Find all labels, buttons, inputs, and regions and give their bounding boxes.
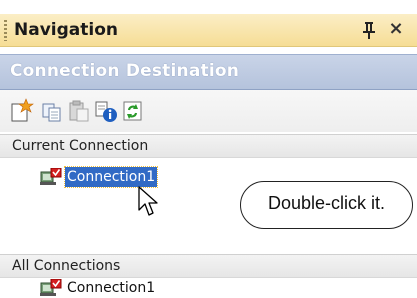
paste-icon bbox=[69, 100, 89, 122]
connection-destination-title: Connection Destination bbox=[10, 61, 240, 81]
instruction-callout: Double-click it. bbox=[240, 181, 413, 229]
refresh-icon bbox=[123, 101, 142, 121]
info-icon bbox=[95, 101, 117, 122]
properties-button[interactable] bbox=[94, 98, 118, 124]
pin-icon[interactable] bbox=[360, 20, 378, 40]
refresh-button[interactable] bbox=[121, 98, 145, 124]
copy-button[interactable] bbox=[40, 98, 64, 124]
paste-button[interactable] bbox=[67, 98, 91, 124]
all-connections-label: All Connections bbox=[12, 258, 121, 274]
all-connections-name[interactable]: Connection1 bbox=[65, 278, 157, 298]
connection-icon bbox=[40, 279, 62, 296]
panel-title-bar[interactable]: Navigation × bbox=[0, 14, 417, 47]
current-connection-label: Current Connection bbox=[12, 138, 149, 154]
current-connection-name[interactable]: Connection1 bbox=[63, 166, 159, 188]
all-connections-header: All Connections bbox=[0, 254, 417, 278]
drag-grip-icon[interactable] bbox=[4, 20, 7, 41]
connection-destination-header: Connection Destination bbox=[0, 54, 417, 90]
panel-title: Navigation bbox=[14, 20, 118, 40]
current-connection-header: Current Connection bbox=[0, 134, 417, 158]
connection-icon bbox=[40, 168, 62, 185]
callout-text: Double-click it. bbox=[267, 193, 386, 213]
close-icon[interactable]: × bbox=[386, 17, 406, 41]
new-item-icon bbox=[11, 98, 34, 122]
mouse-pointer-icon bbox=[138, 186, 158, 216]
toolbar bbox=[0, 90, 417, 132]
copy-icon bbox=[42, 103, 61, 122]
new-connection-button[interactable] bbox=[10, 98, 34, 124]
navigation-panel: Navigation × Connection Destination Curr… bbox=[0, 0, 417, 298]
